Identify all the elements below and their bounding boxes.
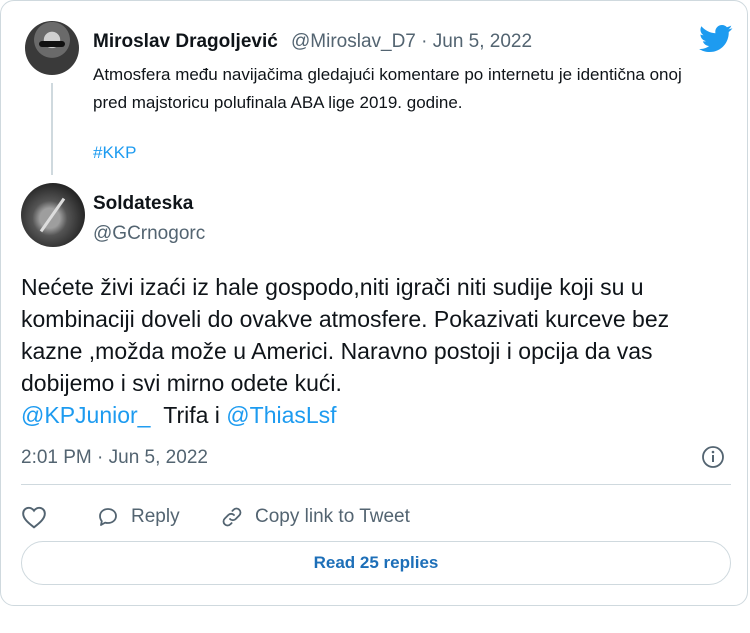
link-icon bbox=[222, 507, 242, 527]
read-replies-label: Read 25 replies bbox=[313, 553, 439, 572]
heart-icon bbox=[22, 506, 46, 529]
copy-link-label: Copy link to Tweet bbox=[255, 506, 410, 527]
quoted-tweet-text: Atmosfera među navijačima gledajući kome… bbox=[93, 65, 682, 112]
divider bbox=[21, 484, 731, 485]
mention-link[interactable]: @KPJunior_ bbox=[21, 402, 150, 428]
reply-icon bbox=[99, 508, 117, 526]
tweet-text: Nećete živi izaći iz hale gospodo,niti i… bbox=[21, 274, 670, 396]
author-handle[interactable]: @GCrnogorc bbox=[93, 223, 205, 245]
thread-line bbox=[51, 83, 53, 175]
info-icon[interactable] bbox=[701, 445, 725, 469]
tweet-text-between: Trifa i bbox=[163, 402, 220, 428]
tweet-body: Nećete živi izaći iz hale gospodo,niti i… bbox=[21, 271, 731, 431]
author-avatar[interactable] bbox=[21, 183, 85, 247]
read-replies-button[interactable]: Read 25 replies bbox=[21, 541, 731, 585]
mention-link[interactable]: @ThiasLsf bbox=[226, 402, 336, 428]
reply-label: Reply bbox=[131, 506, 180, 527]
tweet-card: Miroslav Dragoljević @Miroslav_D7 · Jun … bbox=[0, 0, 748, 606]
author-name[interactable]: Soldateska bbox=[93, 193, 193, 215]
quoted-author-avatar[interactable] bbox=[25, 21, 79, 75]
like-button[interactable] bbox=[21, 503, 47, 531]
twitter-logo-icon[interactable] bbox=[699, 25, 733, 53]
quoted-author-handle-date[interactable]: @Miroslav_D7 · Jun 5, 2022 bbox=[291, 31, 532, 53]
quoted-author-name[interactable]: Miroslav Dragoljević bbox=[93, 31, 278, 53]
tweet-timestamp[interactable]: 2:01 PM · Jun 5, 2022 bbox=[21, 447, 208, 469]
quoted-hashtag-link[interactable]: #KKP bbox=[93, 143, 136, 163]
copy-link-button[interactable]: Copy link to Tweet bbox=[219, 503, 410, 531]
reply-button[interactable]: Reply bbox=[95, 503, 180, 531]
